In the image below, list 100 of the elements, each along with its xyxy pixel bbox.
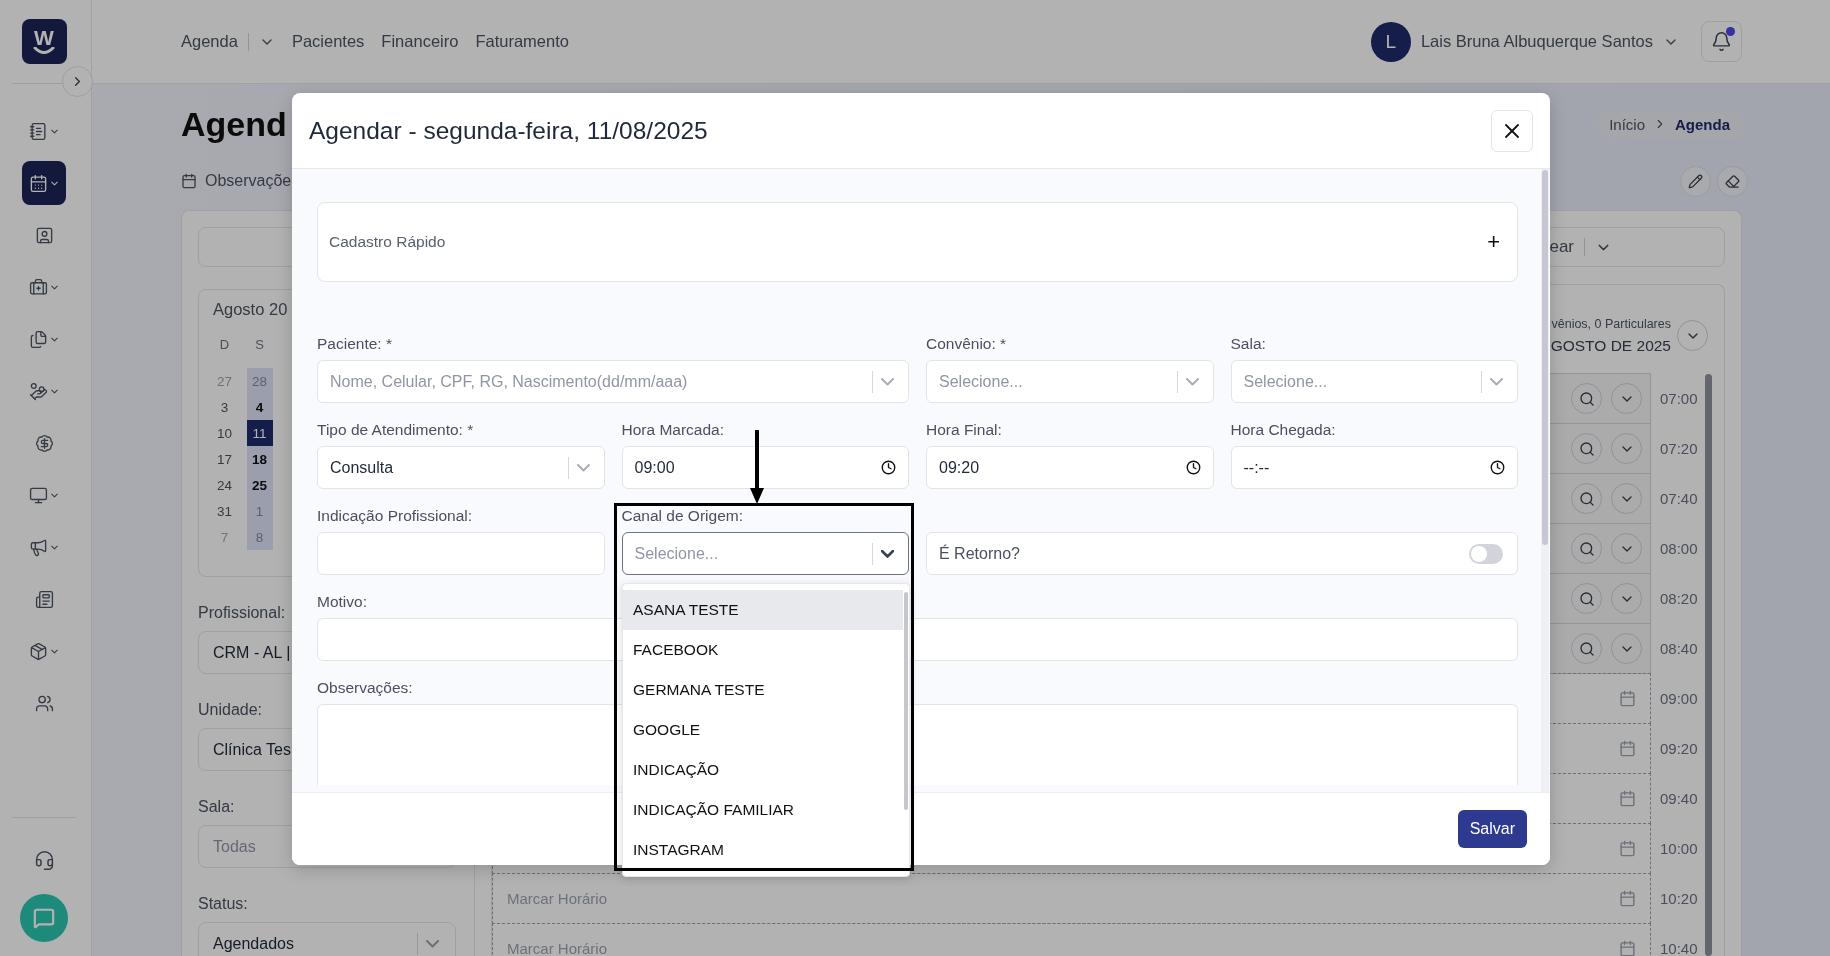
time-label: 08:40 xyxy=(1659,639,1699,659)
field-label: Observações: xyxy=(317,678,413,698)
chevron-icon xyxy=(576,463,590,472)
contact-card-icon xyxy=(34,225,54,245)
field-label: Convênio: * xyxy=(926,334,1007,354)
subtitle-link[interactable]: Observaçõe xyxy=(205,172,292,190)
app-logo[interactable]: W xyxy=(21,19,67,64)
nav-link[interactable]: Pacientes xyxy=(291,32,365,51)
menu-option[interactable]: INDICAÇÃO FAMILIAR xyxy=(623,790,903,830)
weekday-label: D xyxy=(219,336,230,354)
quick-register-label: Cadastro Rápido xyxy=(329,233,446,251)
select-field[interactable]: Selecione... xyxy=(621,532,909,575)
time-label: 08:00 xyxy=(1659,539,1699,559)
field-label: Sala: xyxy=(198,797,235,817)
menu-option[interactable]: FACEBOOK xyxy=(623,630,903,670)
field-label: Status: xyxy=(198,894,248,914)
breadcrumb-link[interactable]: Início xyxy=(1609,115,1645,133)
dialog-title: Agendar - segunda-feira, 11/08/2025 xyxy=(309,116,708,145)
clear-button[interactable] xyxy=(1717,165,1748,197)
search-icon xyxy=(1578,540,1595,557)
field-label: Hora Chegada: xyxy=(1230,420,1336,440)
field-label: Tipo de Atendimento: * xyxy=(317,420,474,440)
smile-icon xyxy=(33,46,55,55)
select-field[interactable]: Selecione... xyxy=(926,360,1214,403)
user-name[interactable]: Lais Bruna Albuquerque Santos xyxy=(1420,32,1653,51)
time-label: 09:20 xyxy=(1659,739,1699,759)
time-label: 09:00 xyxy=(1659,689,1699,709)
time-field[interactable]: 09:00 xyxy=(621,446,909,489)
menu-option[interactable]: GOOGLE xyxy=(623,710,903,750)
calendar-day[interactable]: 3 xyxy=(211,394,238,420)
field-label: Sala: xyxy=(1230,334,1266,354)
chat-icon xyxy=(33,907,55,929)
text-field[interactable] xyxy=(317,532,605,575)
calendar-day[interactable]: 25 xyxy=(246,472,273,498)
calendar-icon xyxy=(1619,740,1636,757)
time-label: 08:20 xyxy=(1659,589,1699,609)
calendar-month: Agosto 20 xyxy=(212,300,289,320)
chevron-icon xyxy=(881,549,894,558)
users-icon xyxy=(34,693,54,713)
monitor-icon xyxy=(28,485,48,505)
time-label: 09:40 xyxy=(1659,789,1699,809)
pencil-icon xyxy=(1688,173,1703,189)
calendar-day[interactable]: 17 xyxy=(211,446,238,472)
field-label: É Retorno? xyxy=(939,544,1020,563)
slot-label: Marcar Horário xyxy=(507,940,608,956)
calendar-day[interactable]: 18 xyxy=(246,446,273,472)
breadcrumb-link[interactable]: Agenda xyxy=(1675,115,1730,133)
select-field[interactable]: Selecione... xyxy=(1230,360,1518,403)
time-field[interactable]: 09:20 xyxy=(926,446,1214,489)
calendar-day[interactable]: 31 xyxy=(211,498,238,524)
select-field[interactable]: Consulta xyxy=(317,446,605,489)
dollar-badge-icon xyxy=(34,433,54,453)
nav-link[interactable]: Agenda xyxy=(181,32,238,51)
time-label: 07:20 xyxy=(1659,439,1699,459)
calendar-day[interactable]: 11 xyxy=(246,420,273,446)
clock-icon xyxy=(1185,460,1201,475)
field-label: Canal de Origem: xyxy=(621,506,743,526)
select-field[interactable]: Agendados xyxy=(198,922,456,956)
field-label: Motivo: xyxy=(317,592,367,612)
calendar-day[interactable]: 24 xyxy=(211,472,238,498)
toggle-switch[interactable] xyxy=(1469,543,1503,564)
schedule-summary: vênios, 0 Particulares xyxy=(1551,316,1671,331)
menu-option[interactable]: INDICAÇÃO xyxy=(623,750,903,790)
bell-icon xyxy=(1711,31,1732,52)
notebook-icon xyxy=(28,121,48,141)
search-icon xyxy=(1578,440,1595,457)
add-button[interactable]: + xyxy=(1483,229,1504,255)
time-label: 10:00 xyxy=(1659,839,1699,859)
field-label: Profissional: xyxy=(198,603,286,623)
toolbar-button[interactable]: ear xyxy=(1549,237,1574,257)
clock-icon xyxy=(1490,460,1505,475)
calendar-icon xyxy=(181,173,197,189)
calendar-day[interactable]: 4 xyxy=(246,394,273,420)
field-label: Unidade: xyxy=(198,700,263,720)
save-button[interactable]: Salvar xyxy=(1457,810,1527,848)
eraser-icon xyxy=(1725,173,1740,189)
search-icon xyxy=(1578,390,1595,407)
menu-option[interactable]: ASANA TESTE xyxy=(623,590,903,630)
calendar-icon xyxy=(1619,940,1636,956)
calendar-day[interactable]: 10 xyxy=(211,420,238,446)
chevron-icon xyxy=(881,377,894,386)
sidebar-button[interactable] xyxy=(22,161,66,205)
notifications-button[interactable] xyxy=(1701,21,1742,62)
page-title: Agend xyxy=(181,104,287,144)
field-label: Paciente: * xyxy=(317,334,392,354)
headset-icon xyxy=(33,849,55,871)
close-button[interactable] xyxy=(1491,109,1533,152)
user-avatar[interactable]: L xyxy=(1370,21,1411,62)
time-field[interactable]: --:-- xyxy=(1230,446,1518,489)
calendar-icon xyxy=(1619,690,1636,707)
nav-link[interactable]: Financeiro xyxy=(381,32,459,51)
box-icon xyxy=(28,641,48,661)
edit-button[interactable] xyxy=(1680,165,1711,197)
search-icon xyxy=(1578,490,1595,507)
select-field[interactable]: Nome, Celular, CPF, RG, Nascimento(dd/mm/aaa) xyxy=(317,360,909,403)
menu-option[interactable]: GERMANA TESTE xyxy=(623,670,903,710)
hand-coins-icon xyxy=(28,381,48,401)
field-label: Hora Final: xyxy=(926,420,1002,440)
logo-letter: W xyxy=(34,28,54,47)
nav-link[interactable]: Faturamento xyxy=(475,32,569,51)
